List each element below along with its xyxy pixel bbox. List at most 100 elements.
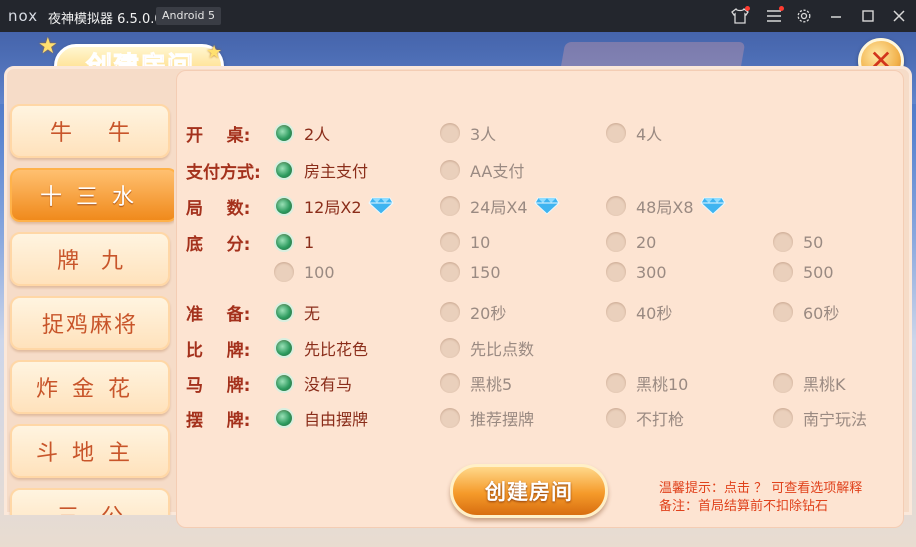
tip-note: 备注：首局结算前不扣除钻石 [659, 499, 829, 514]
option-text: 300 [636, 262, 667, 282]
radio [773, 232, 793, 252]
option-3-players[interactable]: 3人 [440, 121, 496, 145]
radio [440, 160, 460, 180]
tab-label: 捉鸡麻将 [41, 313, 138, 338]
option-text: 先比点数 [470, 340, 535, 359]
option-text: 12局X2 [304, 198, 362, 217]
maximize-icon[interactable] [858, 6, 878, 26]
option-nanning-rule[interactable]: 南宁玩法 [773, 406, 867, 430]
option-score-100[interactable]: 100 [274, 260, 335, 284]
option-spade-5[interactable]: 黑桃5 [440, 371, 512, 395]
radio [274, 262, 294, 282]
label-base-score: 底 分: [186, 235, 251, 255]
option-text: 黑桃K [803, 375, 846, 394]
tab-niuniu[interactable]: 牛牛 [10, 104, 170, 158]
radio [606, 232, 626, 252]
option-24-rounds[interactable]: 24局X4 [440, 194, 560, 218]
tab-paijiu[interactable]: 牌九 [10, 232, 170, 286]
radio [773, 262, 793, 282]
option-text: 100 [304, 262, 335, 282]
radio-selected [274, 338, 294, 358]
option-score-50[interactable]: 50 [773, 230, 823, 254]
label-horse-card: 马 牌: [186, 376, 251, 396]
label-compare: 比 牌: [186, 341, 251, 361]
radio-selected [274, 408, 294, 428]
option-text: 自由摆牌 [304, 410, 369, 429]
option-compare-suit[interactable]: 先比花色 [274, 336, 368, 360]
option-text: 3人 [470, 125, 497, 144]
option-text: 房主支付 [304, 162, 369, 181]
gear-icon[interactable] [794, 6, 814, 26]
option-48-rounds[interactable]: 48局X8 [606, 194, 726, 218]
tab-shisanshui[interactable]: 十三水 [10, 168, 174, 222]
option-no-shoot[interactable]: 不打枪 [606, 406, 684, 430]
option-text: 40秒 [636, 304, 673, 323]
option-free-arrange[interactable]: 自由摆牌 [274, 406, 368, 430]
tab-zhuoji-majiang[interactable]: 捉鸡麻将 [10, 296, 170, 350]
option-text: AA支付 [470, 162, 525, 181]
option-text: 24局X4 [470, 198, 528, 217]
close-icon[interactable] [889, 6, 909, 26]
option-text: 20秒 [470, 304, 507, 323]
option-score-20[interactable]: 20 [606, 230, 656, 254]
star-icon: ★ [38, 34, 58, 59]
option-score-1[interactable]: 1 [274, 230, 314, 254]
option-12-rounds[interactable]: 12局X2 [274, 194, 394, 218]
radio [606, 196, 626, 216]
radio [440, 262, 460, 282]
tab-sangong[interactable]: 三公 [10, 488, 170, 515]
option-spade-k[interactable]: 黑桃K [773, 371, 846, 395]
notification-dot [779, 6, 784, 11]
game-type-sidebar: 牛牛 十三水 牌九 捉鸡麻将 炸金花 斗地主 三公 [8, 70, 174, 515]
menu-icon[interactable] [764, 6, 784, 26]
option-text: 4人 [636, 125, 663, 144]
option-text: 500 [803, 262, 834, 282]
option-ready-none[interactable]: 无 [274, 300, 320, 324]
shirt-icon[interactable] [730, 6, 750, 26]
option-compare-points[interactable]: 先比点数 [440, 336, 534, 360]
minimize-icon[interactable] [826, 6, 846, 26]
option-score-500[interactable]: 500 [773, 260, 834, 284]
option-spade-10[interactable]: 黑桃10 [606, 371, 688, 395]
label-rounds: 局 数: [186, 199, 251, 219]
option-text: 50 [803, 232, 824, 252]
radio [440, 123, 460, 143]
option-score-10[interactable]: 10 [440, 230, 490, 254]
label-arrange: 摆 牌: [186, 411, 251, 431]
tab-label: 十三水 [39, 185, 148, 210]
tab-doudizhu[interactable]: 斗地主 [10, 424, 170, 478]
option-owner-pay[interactable]: 房主支付 [274, 158, 368, 182]
option-aa-pay[interactable]: AA支付 [440, 158, 524, 182]
option-4-players[interactable]: 4人 [606, 121, 662, 145]
radio-selected [274, 373, 294, 393]
radio [606, 123, 626, 143]
option-text: 1 [304, 232, 315, 252]
tab-label: 炸金花 [35, 377, 144, 402]
tab-label: 牌九 [56, 249, 145, 274]
radio-selected [274, 302, 294, 322]
option-text: 无 [304, 304, 321, 323]
radio [440, 338, 460, 358]
option-2-players[interactable]: 2人 [274, 121, 330, 145]
label-table-size: 开 桌: [186, 126, 251, 146]
radio [606, 373, 626, 393]
option-recommended-arrange[interactable]: 推荐摆牌 [440, 406, 534, 430]
option-score-150[interactable]: 150 [440, 260, 501, 284]
radio [440, 196, 460, 216]
option-ready-20s[interactable]: 20秒 [440, 300, 506, 324]
radio [606, 302, 626, 322]
option-text: 60秒 [803, 304, 840, 323]
option-score-300[interactable]: 300 [606, 260, 667, 284]
radio [606, 262, 626, 282]
option-ready-60s[interactable]: 60秒 [773, 300, 839, 324]
option-text: 南宁玩法 [803, 410, 868, 429]
option-no-horse[interactable]: 没有马 [274, 371, 352, 395]
option-ready-40s[interactable]: 40秒 [606, 300, 672, 324]
create-room-button[interactable]: 创建房间 [450, 464, 608, 518]
radio-selected [274, 160, 294, 180]
diamond-icon [367, 197, 394, 215]
option-text: 2人 [304, 125, 331, 144]
option-text: 10 [470, 232, 491, 252]
tab-zhajinhua[interactable]: 炸金花 [10, 360, 170, 414]
radio [773, 373, 793, 393]
